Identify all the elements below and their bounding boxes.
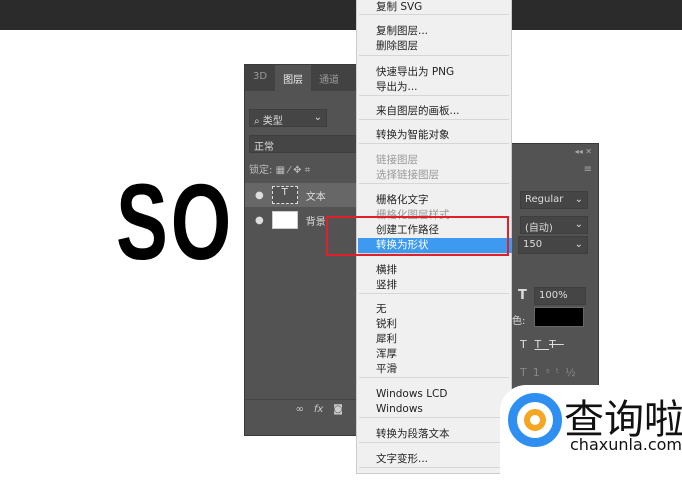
- scale-value: 100%: [539, 290, 568, 301]
- menu-separator: [359, 293, 509, 294]
- menu-item[interactable]: 竖排: [358, 278, 512, 293]
- color-label: 色:: [512, 316, 526, 327]
- menu-item[interactable]: 栅格化文字: [358, 193, 512, 208]
- menu-item[interactable]: 来自图层的画板...: [358, 104, 512, 119]
- menu-separator: [359, 417, 509, 418]
- logo-q-icon: [508, 393, 562, 447]
- tab-channels[interactable]: 通道: [311, 65, 347, 91]
- font-style-value: Regular: [525, 194, 564, 205]
- canvas-text: SO: [116, 161, 235, 282]
- menu-separator: [359, 143, 509, 144]
- watermark-logo: 查询啦 chaxunla.com: [500, 385, 682, 480]
- annotation-highlight-box: [326, 216, 509, 256]
- mask-icon[interactable]: ◙: [333, 404, 343, 417]
- menu-separator: [359, 183, 509, 184]
- chevron-down-icon: ⌄: [313, 112, 322, 123]
- menu-item[interactable]: 选择链接图层: [358, 168, 512, 183]
- menu-separator: [359, 119, 509, 120]
- text-layer-thumbnail: T: [271, 186, 298, 204]
- move-icon[interactable]: ✥: [293, 165, 301, 176]
- lock-label: 锁定:: [249, 165, 273, 176]
- font-style-select[interactable]: Regular ⌄: [520, 191, 588, 209]
- fx-icon[interactable]: fx: [314, 404, 323, 417]
- opentype-icons[interactable]: T1ˢᵗ½: [520, 366, 582, 379]
- menu-separator: [359, 467, 509, 468]
- menu-separator: [359, 14, 509, 15]
- menu-item[interactable]: 文字变形...: [358, 452, 512, 467]
- eye-icon[interactable]: ●: [255, 215, 264, 226]
- menu-item[interactable]: 导出为...: [358, 80, 512, 95]
- layer-filter-select[interactable]: ⌕ 类型 ⌄: [249, 109, 327, 127]
- menu-separator: [359, 55, 509, 56]
- tab-3d[interactable]: 3D: [245, 65, 275, 91]
- menu-item[interactable]: 链接图层: [358, 153, 512, 168]
- menu-item[interactable]: 转换为智能对象: [358, 128, 512, 143]
- eye-icon[interactable]: ●: [255, 190, 264, 201]
- menu-separator: [359, 377, 509, 378]
- lock-row: 锁定: ▦ ⁄ ✥ ⌗: [249, 161, 310, 176]
- menu-item[interactable]: 快速导出为 PNG: [358, 65, 512, 80]
- link-icon[interactable]: ∞: [296, 404, 304, 417]
- background-thumbnail: [271, 211, 298, 229]
- menu-separator: [359, 442, 509, 443]
- menu-item[interactable]: 犀利: [358, 332, 512, 347]
- menu-item[interactable]: Windows: [358, 402, 512, 417]
- top-bar: [0, 0, 682, 30]
- tracking-select[interactable]: 150 ⌄: [518, 236, 588, 254]
- blend-mode-select[interactable]: 正常: [249, 135, 357, 153]
- tab-layers[interactable]: 图层: [275, 65, 312, 91]
- layer-row-text[interactable]: ● T 文本: [245, 183, 361, 207]
- menu-item[interactable]: 复制图层...: [358, 24, 512, 39]
- lock-pixels-icon[interactable]: ▦: [276, 165, 285, 176]
- menu-item[interactable]: 平滑: [358, 362, 512, 377]
- scale-input[interactable]: 100%: [534, 287, 586, 305]
- blend-mode-value: 正常: [254, 142, 274, 153]
- collapse-close-icons[interactable]: ◂◂ ✕: [575, 147, 592, 156]
- menu-item[interactable]: Windows LCD: [358, 387, 512, 402]
- leading-value: (自动): [525, 223, 553, 234]
- vertical-scale-icon: T: [518, 288, 527, 303]
- color-swatch[interactable]: [534, 307, 584, 327]
- menu-item[interactable]: 浑厚: [358, 347, 512, 362]
- menu-item[interactable]: 横排: [358, 263, 512, 278]
- layer-name: 背景: [305, 216, 326, 228]
- tracking-value: 150: [523, 239, 543, 250]
- watermark-en: chaxunla.com: [570, 435, 682, 454]
- menu-item[interactable]: 锐利: [358, 317, 512, 332]
- leading-select[interactable]: (自动) ⌄: [520, 216, 588, 234]
- menu-item[interactable]: 无: [358, 302, 512, 317]
- menu-item[interactable]: 删除图层: [358, 39, 512, 54]
- artboard-icon[interactable]: ⌗: [305, 165, 311, 176]
- menu-item[interactable]: 复制 SVG: [358, 0, 512, 15]
- brush-icon[interactable]: ⁄: [288, 165, 290, 176]
- character-panel: ◂◂ ✕ ≡ Regular ⌄ (自动) ⌄ 150 ⌄ T 100% 色: TTT…: [505, 143, 599, 400]
- text-style-icons[interactable]: TTT: [520, 338, 564, 351]
- panel-menu-icon[interactable]: ≡: [584, 164, 592, 175]
- menu-separator: [359, 95, 509, 96]
- filter-value: 类型: [262, 116, 283, 127]
- layer-name: 文本: [305, 191, 326, 203]
- menu-item[interactable]: 转换为段落文本: [358, 427, 512, 442]
